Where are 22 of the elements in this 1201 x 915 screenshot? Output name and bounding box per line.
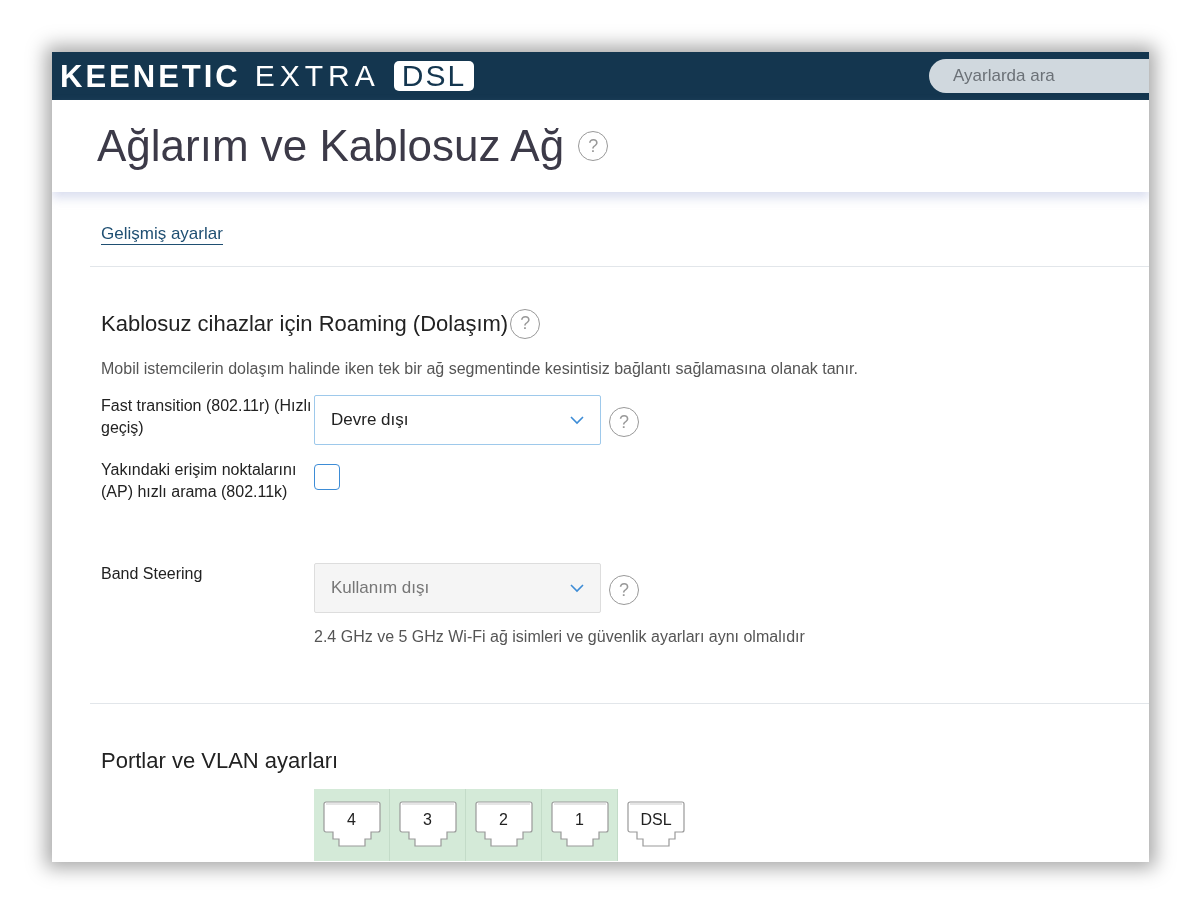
- field-label: Fast transition (802.11r) (Hızlı geçiş): [101, 396, 313, 439]
- port-cell[interactable]: DSL: [618, 789, 694, 861]
- field-label: Yakındaki erişim noktalarını (AP) hızlı arama (802.11k): [101, 460, 298, 503]
- section-title: Kablosuz cihazlar için Roaming (Dolaşım): [101, 310, 509, 338]
- port-cell[interactable]: 4: [314, 789, 390, 861]
- port-cell[interactable]: 1: [542, 789, 618, 861]
- port-cell[interactable]: 3: [390, 789, 466, 861]
- section-title: Portlar ve VLAN ayarları: [101, 747, 340, 775]
- page-title: Ağlarım ve Kablosuz Ağ: [97, 119, 565, 172]
- dropdown[interactable]: Devre dışı: [314, 395, 601, 445]
- chevron-down-icon: [570, 583, 584, 593]
- chevron-down-icon: [570, 415, 584, 425]
- search-field[interactable]: Ayarlarda ara: [929, 59, 1149, 93]
- advanced-settings-link[interactable]: Gelişmiş ayarlar: [101, 224, 223, 246]
- field-label: Band Steering: [101, 564, 204, 584]
- hint-text: 2.4 GHz ve 5 GHz Wi-Fi ağ isimleri ve güvenlik ayarları aynı olmalıdır: [314, 627, 806, 647]
- section-description: Mobil istemcilerin dolaşım halinde iken tek bir ağ segmentinde kesintisiz bağlantı sağlamasına olanak tanır.: [101, 359, 859, 379]
- port-cell[interactable]: 2: [466, 789, 542, 861]
- logo-model: EXTRA: [254, 61, 380, 91]
- logo-badge: DSL: [393, 61, 475, 91]
- logo-brand: KEENETIC: [60, 60, 241, 92]
- checkbox[interactable]: [314, 464, 340, 490]
